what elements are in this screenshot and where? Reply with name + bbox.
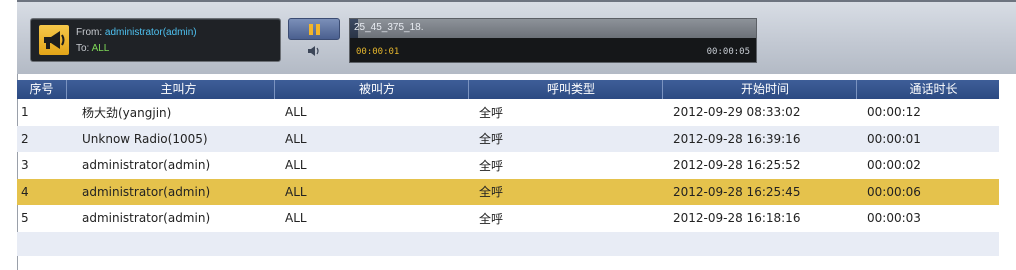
- cell-start-time: 2012-09-28 16:39:16: [673, 131, 801, 146]
- table-row[interactable]: 3 administrator(admin) ALL 全呼 2012-09-28…: [17, 152, 999, 179]
- cell-call-type: 全呼: [479, 158, 504, 173]
- caller-info-card: From: administrator(admin) To: ALL: [30, 18, 281, 62]
- playback-panel: 25_45_375_18. 00:00:01 00:00:05: [349, 18, 757, 63]
- cell-callee: ALL: [285, 131, 307, 146]
- cell-call-type: 全呼: [479, 185, 504, 200]
- pause-icon: [309, 24, 313, 35]
- progress-track[interactable]: 25_45_375_18.: [350, 19, 756, 38]
- cell-duration: 00:00:12: [867, 105, 921, 120]
- table-empty-row: [17, 231, 999, 256]
- cell-index: 3: [21, 158, 29, 173]
- pause-icon-bar: [316, 24, 320, 35]
- cell-call-type: 全呼: [479, 211, 504, 226]
- total-time: 00:00:05: [706, 47, 750, 57]
- cell-callee: ALL: [285, 158, 307, 173]
- cell-start-time: 2012-09-29 08:33:02: [673, 105, 801, 120]
- table-row-selected[interactable]: 4 administrator(admin) ALL 全呼 2012-09-28…: [17, 178, 999, 205]
- cell-index: 4: [21, 184, 29, 199]
- table-row[interactable]: 2 Unknow Radio(1005) ALL 全呼 2012-09-28 1…: [17, 125, 999, 152]
- cell-callee: ALL: [285, 184, 307, 199]
- volume-icon[interactable]: [307, 45, 321, 57]
- from-label: From:: [76, 27, 103, 38]
- cell-callee: ALL: [285, 105, 307, 120]
- pause-button[interactable]: [288, 18, 340, 40]
- column-header[interactable]: 通话时长: [856, 80, 999, 99]
- cell-index: 2: [21, 131, 29, 146]
- caller-to: To: ALL: [76, 43, 109, 54]
- column-header[interactable]: 被叫方: [274, 80, 468, 99]
- table-row[interactable]: 5 administrator(admin) ALL 全呼 2012-09-28…: [17, 205, 999, 232]
- cell-caller: administrator(admin): [82, 184, 211, 199]
- cell-call-type: 全呼: [479, 132, 504, 147]
- cell-start-time: 2012-09-28 16:25:45: [673, 184, 801, 199]
- cell-index: 1: [21, 105, 29, 120]
- cell-duration: 00:00:01: [867, 131, 921, 146]
- column-header[interactable]: 序号: [17, 80, 66, 99]
- caller-from: From: administrator(admin): [76, 27, 197, 38]
- from-value: administrator(admin): [104, 27, 197, 38]
- call-record-table: 序号 主叫方 被叫方 呼叫类型 开始时间 通话时长 1 杨大劲(yangjin)…: [17, 80, 999, 256]
- column-header[interactable]: 开始时间: [662, 80, 856, 99]
- cell-callee: ALL: [285, 211, 307, 226]
- to-label: To:: [76, 43, 90, 54]
- cell-duration: 00:00:03: [867, 211, 921, 226]
- cell-duration: 00:00:02: [867, 158, 921, 173]
- cell-caller: 杨大劲(yangjin): [82, 105, 172, 120]
- cell-start-time: 2012-09-28 16:25:52: [673, 158, 801, 173]
- player-bar: From: administrator(admin) To: ALL 25_45…: [17, 0, 1016, 74]
- cell-caller: administrator(admin): [82, 211, 211, 226]
- current-time: 00:00:01: [356, 47, 400, 57]
- cell-caller: Unknow Radio(1005): [82, 131, 208, 146]
- track-name: 25_45_375_18.: [354, 22, 424, 33]
- cell-index: 5: [21, 211, 29, 226]
- table-header: 序号 主叫方 被叫方 呼叫类型 开始时间 通话时长: [17, 80, 999, 99]
- cell-caller: administrator(admin): [82, 158, 211, 173]
- cell-start-time: 2012-09-28 16:18:16: [673, 211, 801, 226]
- cell-duration: 00:00:06: [867, 184, 921, 199]
- table-row[interactable]: 1 杨大劲(yangjin) ALL 全呼 2012-09-29 08:33:0…: [17, 99, 999, 126]
- megaphone-icon: [39, 25, 69, 55]
- column-header[interactable]: 呼叫类型: [468, 80, 662, 99]
- cell-call-type: 全呼: [479, 105, 504, 120]
- to-value: ALL: [91, 43, 110, 54]
- column-header[interactable]: 主叫方: [66, 80, 274, 99]
